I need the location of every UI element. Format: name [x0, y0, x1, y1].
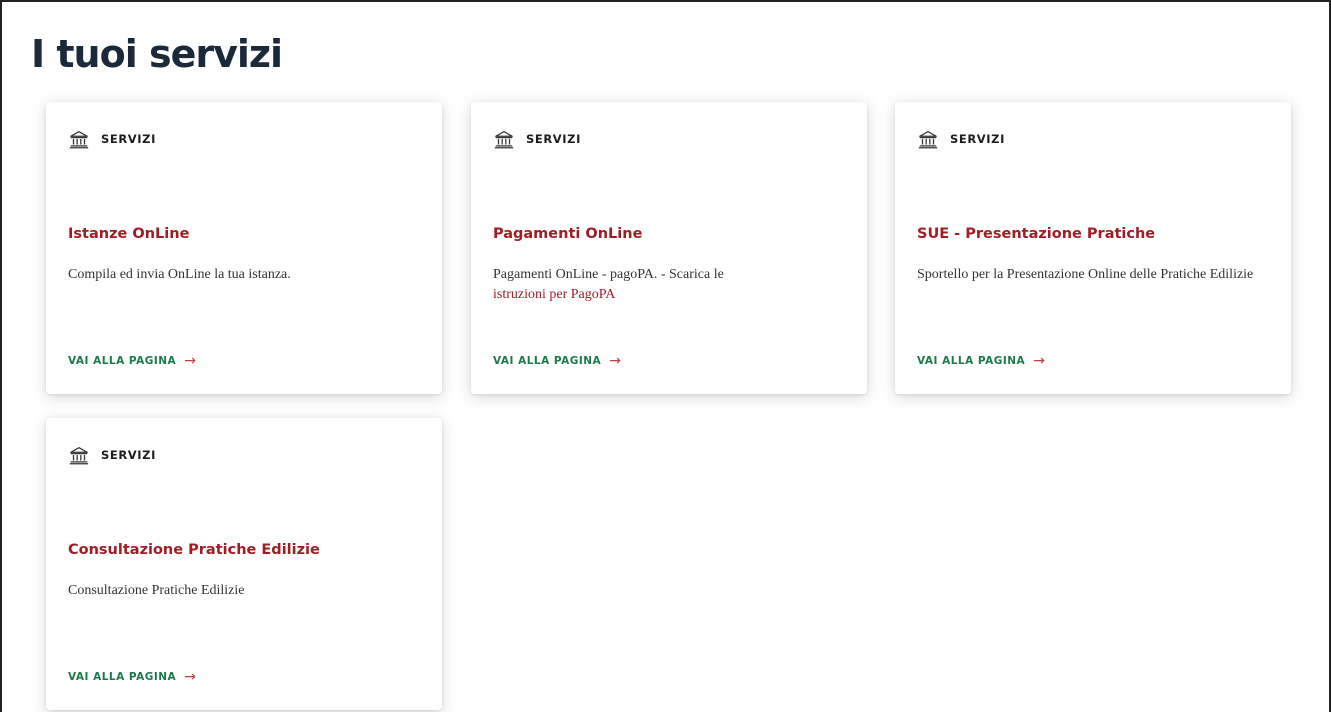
bank-icon	[69, 447, 89, 465]
go-to-page-label: VAI ALLA PAGINA	[917, 355, 1026, 367]
go-to-page-link[interactable]: VAI ALLA PAGINA →	[68, 670, 196, 684]
go-to-page-link[interactable]: VAI ALLA PAGINA →	[917, 354, 1045, 368]
card-description: Consultazione Pratiche Edilizie	[68, 583, 245, 598]
page-title: I tuoi servizi	[31, 32, 283, 76]
service-card: SERVIZI SUE - Presentazione Pratiche Spo…	[895, 102, 1291, 394]
card-description: Pagamenti OnLine - pagoPA. - Scarica le i…	[493, 267, 724, 302]
pagopa-instructions-link[interactable]: istruzioni per PagoPA	[493, 287, 615, 302]
card-category-label: SERVIZI	[101, 448, 156, 462]
bank-icon	[69, 131, 89, 149]
arrow-right-icon: →	[609, 353, 621, 369]
card-category: SERVIZI	[68, 444, 156, 466]
bank-icon	[918, 131, 938, 149]
go-to-page-link[interactable]: VAI ALLA PAGINA →	[68, 354, 196, 368]
card-description: Compila ed invia OnLine la tua istanza.	[68, 267, 291, 282]
card-category-label: SERVIZI	[526, 132, 581, 146]
service-card: SERVIZI Consultazione Pratiche Edilizie …	[46, 418, 442, 710]
arrow-right-icon: →	[184, 669, 196, 685]
card-title[interactable]: Istanze OnLine	[68, 226, 422, 242]
go-to-page-link[interactable]: VAI ALLA PAGINA →	[493, 354, 621, 368]
card-description: Sportello per la Presentazione Online de…	[917, 267, 1254, 282]
card-title[interactable]: Consultazione Pratiche Edilizie	[68, 542, 422, 558]
go-to-page-label: VAI ALLA PAGINA	[493, 355, 602, 367]
card-category: SERVIZI	[493, 128, 581, 150]
arrow-right-icon: →	[184, 353, 196, 369]
service-card: SERVIZI Istanze OnLine Compila ed invia …	[46, 102, 442, 394]
card-category-label: SERVIZI	[950, 132, 1005, 146]
card-title[interactable]: SUE - Presentazione Pratiche	[917, 226, 1271, 242]
arrow-right-icon: →	[1033, 353, 1045, 369]
service-card: SERVIZI Pagamenti OnLine Pagamenti OnLin…	[471, 102, 867, 394]
card-category: SERVIZI	[68, 128, 156, 150]
card-category-label: SERVIZI	[101, 132, 156, 146]
card-title[interactable]: Pagamenti OnLine	[493, 226, 847, 242]
page-frame: I tuoi servizi SERVIZI Istanze OnLine Co…	[0, 0, 1331, 712]
bank-icon	[494, 131, 514, 149]
go-to-page-label: VAI ALLA PAGINA	[68, 671, 177, 683]
go-to-page-label: VAI ALLA PAGINA	[68, 355, 177, 367]
card-category: SERVIZI	[917, 128, 1005, 150]
